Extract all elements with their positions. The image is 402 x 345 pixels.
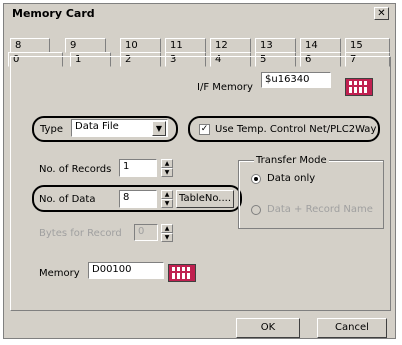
- tab-14[interactable]: 14: [300, 38, 341, 53]
- ok-button[interactable]: OK: [236, 318, 300, 338]
- close-icon[interactable]: ✕: [374, 7, 389, 20]
- title-bar: Memory Card ✕: [4, 4, 395, 25]
- data-only-radio[interactable]: [251, 174, 261, 184]
- if-memory-label: I/F Memory: [197, 82, 253, 93]
- tab-11[interactable]: 11: [165, 38, 206, 53]
- if-memory-field[interactable]: $u16340: [261, 72, 331, 88]
- data-count-label: No. of Data: [39, 194, 96, 205]
- chevron-down-icon[interactable]: ▼: [152, 121, 166, 136]
- tab-8[interactable]: 8: [10, 38, 50, 53]
- memory-card-dialog: Memory Card ✕ 8 9 10 11 12 13 14 15 0 1 …: [3, 3, 396, 339]
- bytes-stepper: ▲ ▼: [161, 224, 173, 242]
- records-field[interactable]: 1: [119, 159, 157, 177]
- calculator-icon[interactable]: [168, 264, 196, 282]
- type-label: Type: [40, 124, 63, 135]
- type-value: Data File: [75, 121, 119, 132]
- data-record-name-label: Data + Record Name: [267, 204, 373, 215]
- use-temp-label: Use Temp. Control Net/PLC2Way: [215, 124, 377, 135]
- memory-label: Memory: [39, 268, 80, 279]
- memory-field[interactable]: D00100: [88, 262, 164, 279]
- data-count-field[interactable]: 8: [119, 190, 157, 208]
- use-temp-checkbox[interactable]: ✓: [199, 124, 210, 135]
- tab-13[interactable]: 13: [255, 38, 296, 53]
- transfer-mode-label: Transfer Mode: [254, 155, 329, 166]
- tab-15[interactable]: 15: [345, 38, 390, 53]
- data-record-name-radio: [251, 205, 261, 215]
- tab-9[interactable]: 9: [65, 38, 106, 53]
- records-stepper[interactable]: ▲ ▼: [161, 159, 173, 177]
- cancel-button[interactable]: Cancel: [317, 318, 387, 338]
- tab-10[interactable]: 10: [120, 38, 161, 53]
- transfer-mode-group: [238, 160, 384, 229]
- dialog-title: Memory Card: [12, 7, 95, 20]
- type-select[interactable]: Data File ▼: [71, 119, 168, 137]
- tab-12[interactable]: 12: [210, 38, 251, 53]
- data-count-stepper[interactable]: ▲ ▼: [161, 190, 173, 208]
- tableno-button[interactable]: TableNo....: [176, 190, 234, 208]
- bytes-field: 0: [134, 224, 158, 241]
- calculator-icon[interactable]: [345, 78, 373, 96]
- data-only-label: Data only: [267, 173, 316, 184]
- bytes-label: Bytes for Record: [39, 228, 122, 239]
- records-label: No. of Records: [39, 164, 112, 175]
